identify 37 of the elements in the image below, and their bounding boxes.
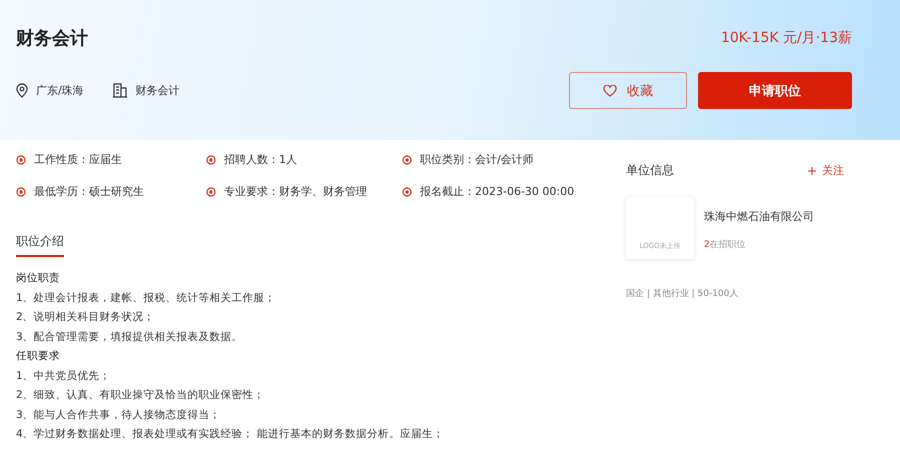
description-line: 4、学过财务数据处理、报表处理或有实践经验； 能进行基本的财务数据分析。应届生； — [16, 427, 446, 442]
job-category: 财务会计 — [136, 83, 180, 98]
description-line: 1、处理会计报表，建帐、报税、统计等相关工作服； — [16, 290, 277, 305]
favorite-button[interactable]: 收藏 — [569, 72, 687, 109]
bullet-icon — [206, 186, 216, 196]
job-fact: 工作性质：应届生 — [34, 152, 122, 167]
bullet-icon — [206, 154, 216, 164]
description-line: 2、细致、认真、有职业操守及恰当的职业保密性； — [16, 388, 266, 402]
bullet-icon — [402, 154, 412, 164]
company-name[interactable]: 珠海中燃石油有限公司 — [704, 209, 814, 224]
job-fact: 职位类别：会计/会计师 — [420, 152, 534, 167]
section-heading: 职位介绍 — [16, 233, 64, 257]
salary: 10K-15K 元/月·13薪 — [720, 29, 852, 47]
bullet-icon — [402, 186, 412, 196]
bullet-icon — [16, 186, 26, 196]
description-line: 3、配合管理需要，填报提供相关报表及数据。 — [16, 330, 244, 344]
job-fact: 报名截止：2023-06-30 00:00 — [420, 184, 574, 199]
plus-icon — [808, 166, 816, 174]
location-pin-icon — [16, 83, 28, 98]
description-line: 2、说明相关科目财务状况； — [16, 310, 156, 324]
description-heading: 岗位职责 — [16, 271, 61, 286]
heart-icon — [603, 84, 617, 96]
building-icon — [112, 83, 128, 98]
job-fact: 最低学历：硕士研究生 — [34, 184, 144, 199]
description-line: 3、能与人合作共事，待人接物态度得当； — [16, 408, 222, 422]
description-line: 1、中共党员优先； — [16, 368, 112, 383]
job-fact: 招聘人数：1人 — [224, 152, 297, 167]
location: 广东/珠海 — [36, 83, 84, 98]
open-positions: 2在招职位 — [704, 238, 747, 251]
description-heading: 任职要求 — [16, 349, 61, 364]
bullet-icon — [16, 154, 26, 164]
company-heading: 单位信息 — [626, 162, 674, 179]
job-fact: 专业要求：财务学、财务管理 — [224, 184, 367, 199]
apply-button[interactable]: 申请职位 — [698, 72, 852, 109]
follow-link[interactable]: 关注 — [822, 163, 844, 178]
job-title: 财务会计 — [16, 27, 88, 50]
company-profile: 国企 | 其他行业 | 50-100人 — [626, 289, 738, 299]
